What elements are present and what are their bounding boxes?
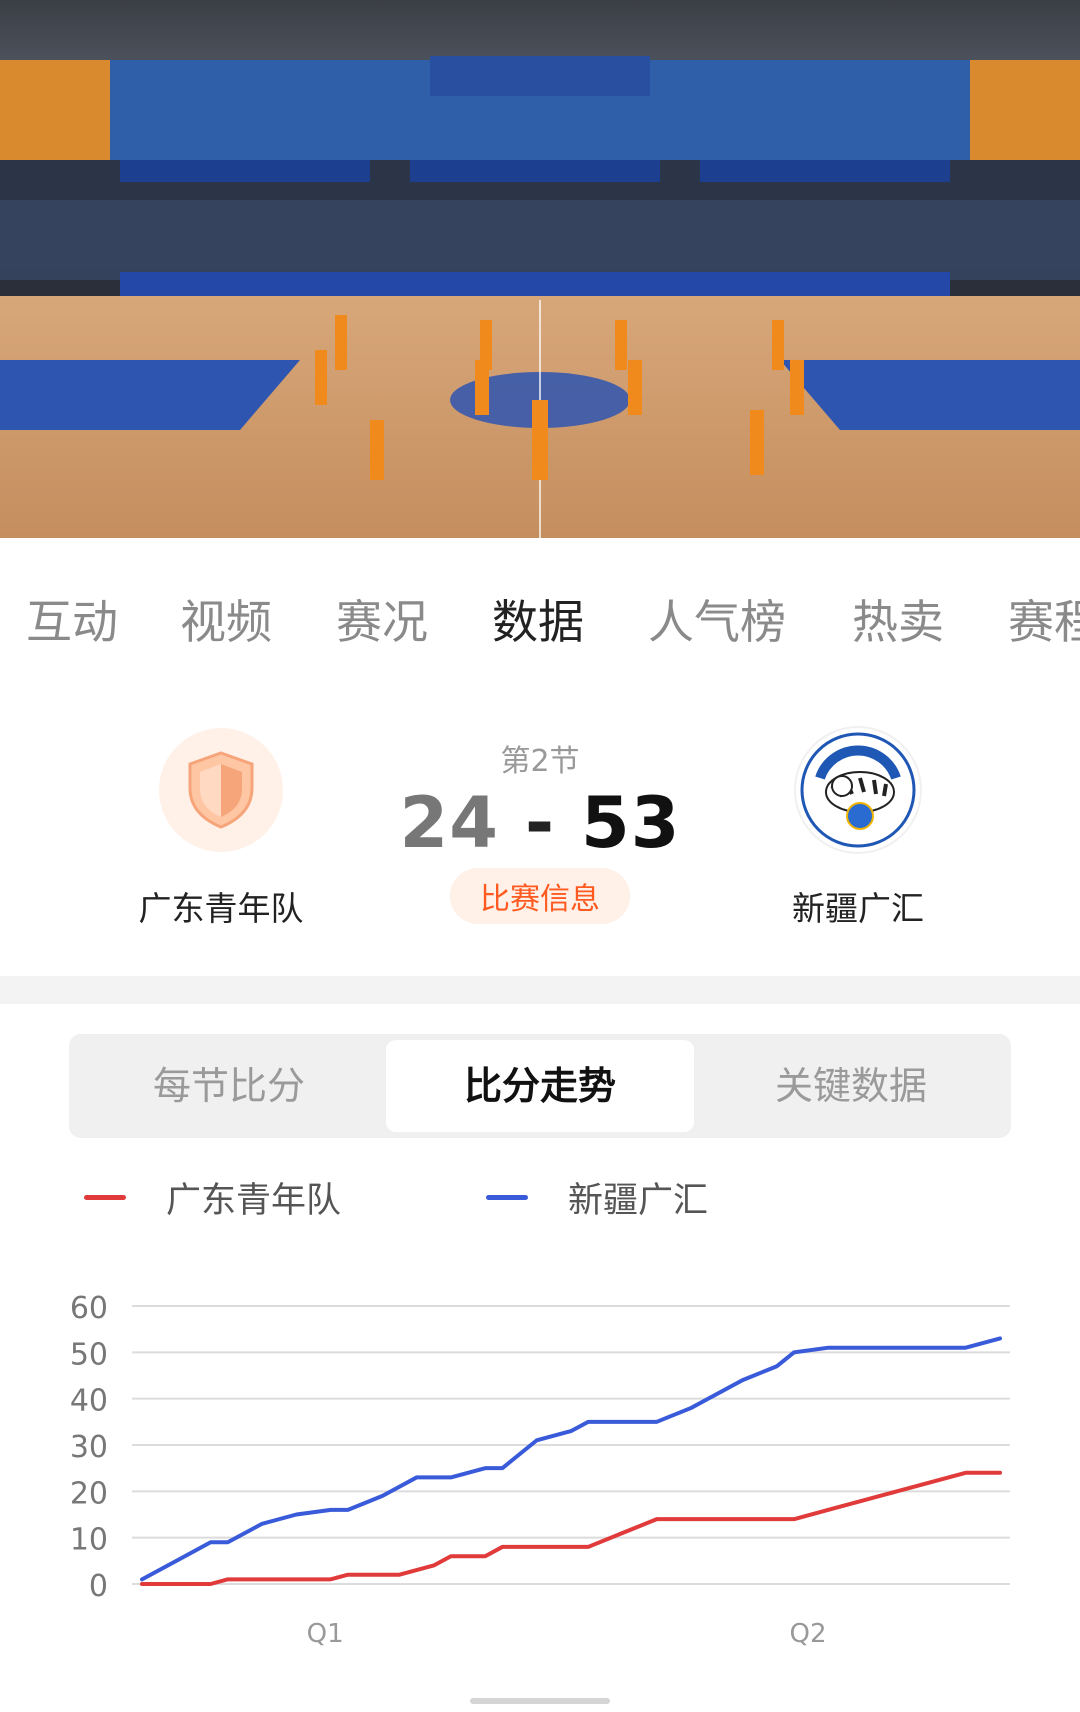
y-tick-label-5: 50 (70, 1337, 108, 1372)
y-tick-label-1: 10 (70, 1523, 108, 1558)
y-tick-label-0: 0 (89, 1569, 108, 1604)
home-team-name: 广东青年队 (138, 889, 304, 928)
chart-legend: 广东青年队 新疆广汇 (0, 1154, 1080, 1221)
home-score-line (140, 1470, 1002, 1586)
legend-swatch-home (84, 1195, 126, 1200)
segment-control: 每节比分 比分走势 关键数据 (69, 1034, 1011, 1138)
x-tick-label-0: Q1 (307, 1619, 344, 1649)
tab-bar: 互动 视频 赛况 数据 人气榜 热卖 赛程 (0, 538, 1080, 658)
legend-swatch-away (486, 1195, 528, 1200)
tab-schedule[interactable]: 赛程 (1008, 586, 1080, 652)
away-score-line (140, 1336, 1002, 1582)
y-tick-label-6: 60 (70, 1291, 108, 1326)
legend-label-home: 广东青年队 (166, 1181, 342, 1221)
shield-icon (188, 751, 254, 829)
tab-popularity[interactable]: 人气榜 (648, 586, 786, 652)
y-tick-label-3: 30 (70, 1430, 108, 1465)
period-label: 第2节 (500, 744, 580, 779)
segment-quarter-scores[interactable]: 每节比分 (75, 1040, 383, 1132)
y-tick-label-4: 40 (70, 1384, 108, 1419)
tab-shop[interactable]: 热卖 (852, 586, 944, 652)
match-header: 互动 视频 赛况 数据 人气榜 热卖 赛程 广东青年队 第2节 24-53 比赛… (0, 538, 1080, 976)
away-team-logo (796, 728, 920, 852)
tab-stats[interactable]: 数据 (492, 586, 584, 652)
match-info-button[interactable]: 比赛信息 (450, 868, 630, 924)
home-indicator[interactable] (470, 1698, 610, 1704)
video-player[interactable] (0, 0, 1080, 538)
score: 24-53 (390, 782, 690, 864)
home-team-logo (159, 728, 283, 852)
arena-scene (0, 0, 1080, 538)
away-team-name: 新疆广汇 (792, 889, 924, 928)
score-dash: - (524, 782, 556, 864)
legend-item-home: 广东青年队 (84, 1172, 341, 1223)
x-tick-label-1: Q2 (790, 1619, 827, 1649)
score-trend-chart: 0 10 20 30 40 50 60 Q1 Q2 (0, 1254, 1080, 1674)
legend-label-away: 新疆广汇 (568, 1181, 709, 1221)
home-score: 24 (399, 782, 499, 864)
home-team[interactable]: 广东青年队 (111, 728, 331, 930)
stats-panel: 每节比分 比分走势 关键数据 广东青年队 新疆广汇 0 10 20 30 40 50 60 Q… (0, 1004, 1080, 1712)
segment-score-trend[interactable]: 比分走势 (386, 1040, 694, 1132)
y-tick-label-2: 20 (70, 1476, 108, 1511)
chart-canvas: 0 10 20 30 40 50 60 Q1 Q2 (70, 1291, 1010, 1649)
score-board: 第2节 24-53 比赛信息 (390, 736, 690, 924)
tiger-logo-icon (800, 732, 916, 848)
legend-item-away: 新疆广汇 (486, 1172, 708, 1223)
away-team[interactable]: 新疆广汇 (748, 728, 968, 930)
segment-key-stats[interactable]: 关键数据 (697, 1040, 1005, 1132)
away-score: 53 (581, 782, 681, 864)
tab-video[interactable]: 视频 (180, 586, 272, 652)
tab-live[interactable]: 赛况 (336, 586, 428, 652)
tab-interaction[interactable]: 互动 (26, 586, 118, 652)
